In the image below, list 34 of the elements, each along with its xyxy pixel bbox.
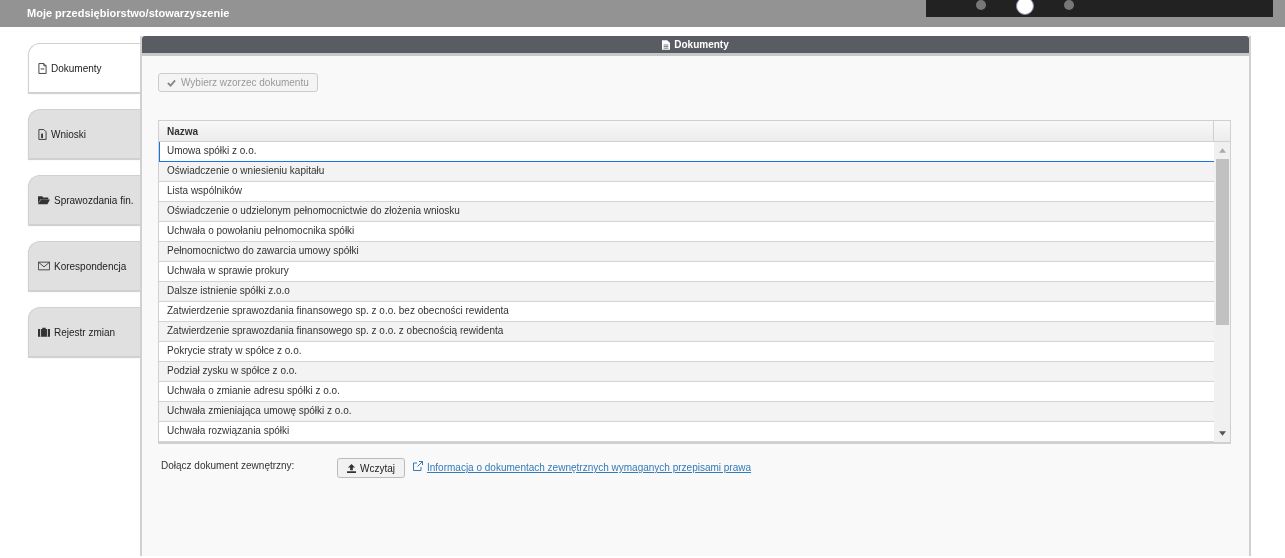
toggle-icon[interactable] — [1016, 0, 1034, 15]
table-row[interactable]: Umowa spółki z o.o. — [159, 142, 1214, 162]
side-tab[interactable]: Sprawozdania fin. — [28, 175, 140, 225]
document-icon — [38, 62, 47, 74]
folder-icon — [38, 195, 50, 205]
table-row[interactable]: Zatwierdzenie sprawozdania finansowego sp. z o.o. z obecnością rewidenta — [159, 322, 1214, 342]
briefcase-icon — [38, 327, 50, 337]
scroll-up-icon[interactable] — [1218, 148, 1226, 153]
page-title: Moje przedsiębiorstwo/stowarzyszenie — [27, 6, 230, 19]
attach-label: Dołącz dokument zewnętrzny: — [160, 460, 296, 471]
side-tab[interactable]: Wnioski — [28, 109, 140, 159]
table-row[interactable]: Dalsze istnienie spółki z.o.o — [159, 282, 1214, 302]
external-link-icon — [413, 461, 423, 471]
table-row[interactable]: Uchwała zmieniająca umowę spółki z o.o. — [159, 402, 1214, 422]
panel-title: Dokumenty — [674, 39, 729, 50]
envelope-icon — [38, 261, 50, 271]
toggle-icon[interactable] — [1064, 0, 1074, 10]
upload-icon — [347, 463, 356, 473]
document-icon — [662, 39, 671, 50]
scroll-down-icon[interactable] — [1218, 431, 1226, 436]
table-row[interactable]: Pełnomocnictwo do zawarcia umowy spółki — [159, 242, 1214, 262]
scrollbar[interactable] — [1214, 142, 1230, 442]
side-tab[interactable]: Korespondencja — [28, 241, 140, 291]
side-tab[interactable]: Rejestr zmian — [28, 307, 140, 357]
info-link[interactable]: Informacja o dokumentach zewnętrznych wymaganych przepisami prawa — [427, 462, 752, 473]
side-tab[interactable]: Dokumenty — [28, 43, 140, 93]
table-row[interactable]: Oświadczenie o wniesieniu kapitału — [159, 162, 1214, 182]
scrollbar-thumb[interactable] — [1215, 159, 1229, 325]
toggle-icon[interactable] — [976, 0, 986, 10]
table-row[interactable]: Podział zysku w spółce z o.o. — [159, 362, 1214, 382]
check-icon — [167, 78, 176, 87]
document-icon — [38, 128, 47, 140]
table-row[interactable]: Oświadczenie o udzielonym pełnomocnictwie do złożenia wniosku — [159, 202, 1214, 222]
upload-button[interactable]: Wczytaj — [337, 458, 405, 478]
